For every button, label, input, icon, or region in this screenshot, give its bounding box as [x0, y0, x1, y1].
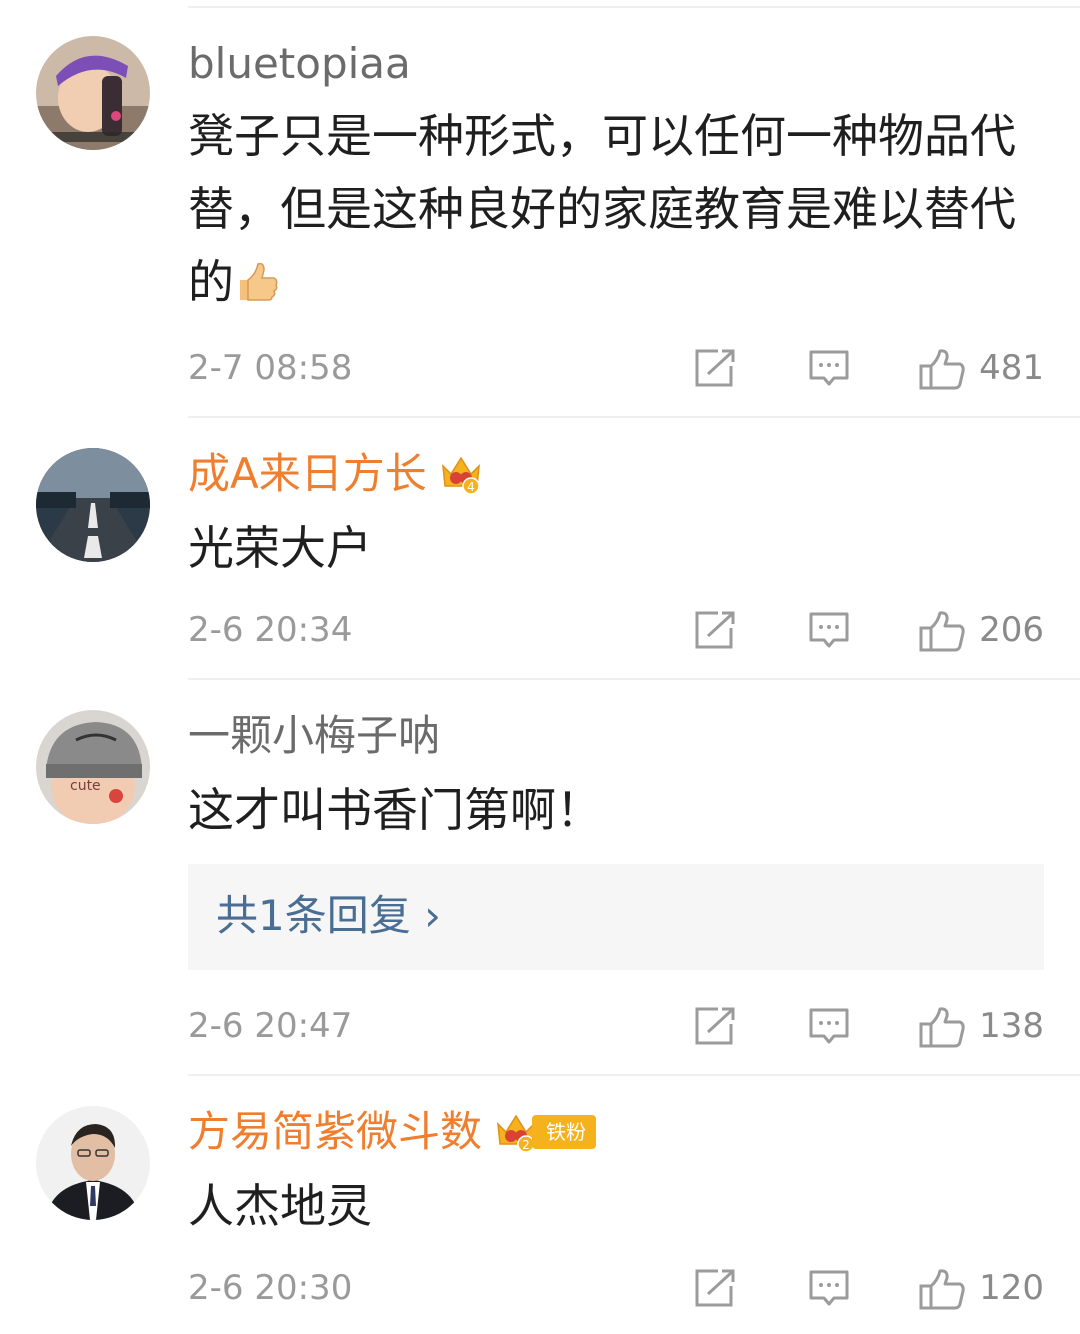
like-count[interactable]: 481 [979, 338, 1044, 398]
repost-icon[interactable] [694, 348, 736, 388]
comment-meta: 2-6 20:30 120 [188, 1258, 1044, 1318]
avatar-beanie-photo: cute [36, 710, 150, 824]
like-icon[interactable] [918, 1268, 966, 1310]
comment-text: 凳子只是一种形式，可以任何一种物品代替，但是这种良好的家庭教育是难以替代的 [188, 100, 1038, 325]
username[interactable]: 成A来日方长 4 [188, 444, 483, 504]
timestamp: 2-6 20:34 [188, 610, 353, 650]
comment-icon[interactable] [808, 1268, 850, 1308]
fan-badge: 铁粉 [532, 1115, 597, 1149]
timestamp: 2-7 08:58 [188, 348, 353, 388]
svg-text:2: 2 [522, 1138, 530, 1152]
avatar[interactable] [36, 1106, 150, 1220]
like-count[interactable]: 120 [979, 1258, 1044, 1318]
like-icon[interactable] [918, 348, 966, 390]
comment-text: 人杰地灵 [188, 1179, 372, 1233]
comment-icon[interactable] [808, 348, 850, 388]
timestamp: 2-6 20:47 [188, 1006, 353, 1046]
thumbs-up-emoji [234, 252, 280, 325]
username[interactable]: bluetopiaa [188, 34, 411, 94]
avatar-man-suit-photo [36, 1106, 150, 1220]
avatar-child-photo [36, 36, 150, 150]
like-icon[interactable] [918, 610, 966, 652]
reply-summary-box[interactable]: 共1条回复 › [188, 864, 1044, 970]
comment-divider [188, 416, 1080, 418]
top-divider [188, 6, 1080, 8]
svg-text:cute: cute [70, 778, 101, 794]
like-count[interactable]: 138 [979, 996, 1044, 1056]
repost-icon[interactable] [694, 610, 736, 650]
username[interactable]: 方易简紫微斗数 2 铁粉 [188, 1102, 597, 1162]
comment-icon[interactable] [808, 610, 850, 650]
like-count[interactable]: 206 [979, 600, 1044, 660]
comment-icon[interactable] [808, 1006, 850, 1046]
comment-divider [188, 678, 1080, 680]
avatar[interactable]: cute [36, 710, 150, 824]
crown-badge-icon: 4 [439, 452, 483, 496]
comment-meta: 2-7 08:58 481 [188, 338, 1044, 398]
timestamp: 2-6 20:30 [188, 1268, 353, 1308]
repost-icon[interactable] [694, 1006, 736, 1046]
username[interactable]: 一颗小梅子呐 [188, 706, 440, 766]
avatar-road-photo [36, 448, 150, 562]
like-icon[interactable] [918, 1006, 966, 1048]
comment-meta: 2-6 20:47 138 [188, 996, 1044, 1056]
avatar[interactable] [36, 448, 150, 562]
comment-text: 光荣大户 [188, 521, 372, 575]
comment-meta: 2-6 20:34 206 [188, 600, 1044, 660]
avatar[interactable] [36, 36, 150, 150]
comment-text: 这才叫书香门第啊！ [188, 783, 602, 837]
comment-divider [188, 1074, 1080, 1076]
repost-icon[interactable] [694, 1268, 736, 1308]
svg-text:4: 4 [467, 480, 475, 494]
view-replies-link[interactable]: 共1条回复 › [216, 886, 441, 946]
